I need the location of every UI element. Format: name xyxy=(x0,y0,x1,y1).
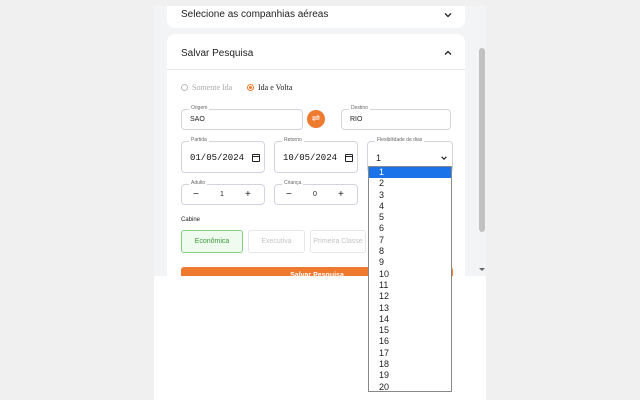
save-search-title: Salvar Pesquisa xyxy=(181,48,254,59)
radio-round-trip-label: Ida e Volta xyxy=(258,83,293,92)
scrollbar-thumb[interactable] xyxy=(479,48,485,232)
radio-round-trip[interactable]: Ida e Volta xyxy=(247,83,292,92)
flexibility-option[interactable]: 19 xyxy=(369,370,451,381)
flexibility-option[interactable]: 1 xyxy=(369,167,451,179)
flexibility-option[interactable]: 11 xyxy=(369,280,451,291)
destination-field[interactable]: Destino RIO xyxy=(341,105,451,130)
calendar-icon[interactable] xyxy=(345,154,353,162)
flexibility-option[interactable]: 17 xyxy=(369,348,451,359)
cabin-executive-button[interactable]: Executiva xyxy=(248,230,305,253)
adults-value: 1 xyxy=(220,191,224,198)
adults-label: Adulto xyxy=(189,180,208,186)
children-value: 0 xyxy=(313,191,317,198)
flexibility-option[interactable]: 16 xyxy=(369,336,451,347)
flexibility-label: Flexibilidade de dias xyxy=(375,137,425,143)
radio-circle-selected[interactable] xyxy=(247,84,254,91)
origin-field[interactable]: Origem SAO xyxy=(181,105,303,130)
destination-value: RIO xyxy=(350,116,363,123)
return-label: Retorno xyxy=(282,137,304,143)
adults-minus-button[interactable]: − xyxy=(193,190,199,200)
flexibility-option[interactable]: 18 xyxy=(369,359,451,370)
children-plus-button[interactable]: + xyxy=(338,190,344,200)
destination-label: Destino xyxy=(349,105,370,111)
flexibility-option[interactable]: 7 xyxy=(369,235,451,246)
airlines-title: Selecione as companhias aéreas xyxy=(181,9,329,20)
radio-one-way-label: Somente Ida xyxy=(192,83,233,92)
flexibility-dropdown-list[interactable]: 1 2 3 4 5 6 7 8 9 10 11 12 13 14 15 16 17 18 19 20 xyxy=(368,166,452,392)
radio-one-way[interactable]: Somente Ida xyxy=(181,83,232,92)
return-date-input[interactable]: Retorno 10/05/2024 xyxy=(274,137,358,173)
adults-plus-button[interactable]: + xyxy=(245,190,251,200)
flexibility-option[interactable]: 13 xyxy=(369,303,451,314)
return-value: 10/05/2024 xyxy=(283,153,338,163)
departure-date-input[interactable]: Partida 01/05/2024 xyxy=(181,137,265,173)
flexibility-option[interactable]: 10 xyxy=(369,269,451,280)
flexibility-option[interactable]: 14 xyxy=(369,314,451,325)
departure-value: 01/05/2024 xyxy=(190,153,245,163)
chevron-up-icon[interactable] xyxy=(443,48,453,58)
swap-icon[interactable]: ⇌ xyxy=(307,110,325,128)
chevron-down-icon[interactable] xyxy=(443,10,453,20)
children-stepper[interactable]: Criança − 0 + xyxy=(274,180,358,205)
flexibility-option[interactable]: 2 xyxy=(369,178,451,189)
cabin-first-class-button[interactable]: Primeira Classe xyxy=(310,230,366,253)
scroll-down-arrow-icon[interactable] xyxy=(479,268,485,271)
flexibility-option[interactable]: 20 xyxy=(369,382,451,393)
divider xyxy=(167,69,465,70)
airlines-card[interactable]: Selecione as companhias aéreas xyxy=(167,6,465,28)
children-minus-button[interactable]: − xyxy=(286,190,292,200)
radio-circle[interactable] xyxy=(181,84,188,91)
flexibility-option[interactable]: 12 xyxy=(369,291,451,302)
flexibility-option[interactable]: 3 xyxy=(369,190,451,201)
calendar-icon[interactable] xyxy=(252,154,260,162)
flexibility-value: 1 xyxy=(376,153,382,163)
flexibility-option[interactable]: 6 xyxy=(369,223,451,234)
departure-label: Partida xyxy=(189,137,209,143)
flexibility-option[interactable]: 4 xyxy=(369,201,451,212)
cabin-economy-button[interactable]: Econômica xyxy=(181,230,243,253)
children-label: Criança xyxy=(282,180,304,186)
chevron-down-icon[interactable] xyxy=(440,154,448,162)
origin-label: Origem xyxy=(189,105,210,111)
flexibility-option[interactable]: 5 xyxy=(369,212,451,223)
origin-value: SAO xyxy=(190,116,205,123)
flexibility-option[interactable]: 8 xyxy=(369,246,451,257)
adults-stepper[interactable]: Adulto − 1 + xyxy=(181,180,265,205)
flexibility-option[interactable]: 9 xyxy=(369,257,451,268)
cabin-label: Cabine xyxy=(181,217,201,223)
flexibility-option[interactable]: 15 xyxy=(369,325,451,336)
scrollbar[interactable] xyxy=(478,6,486,276)
